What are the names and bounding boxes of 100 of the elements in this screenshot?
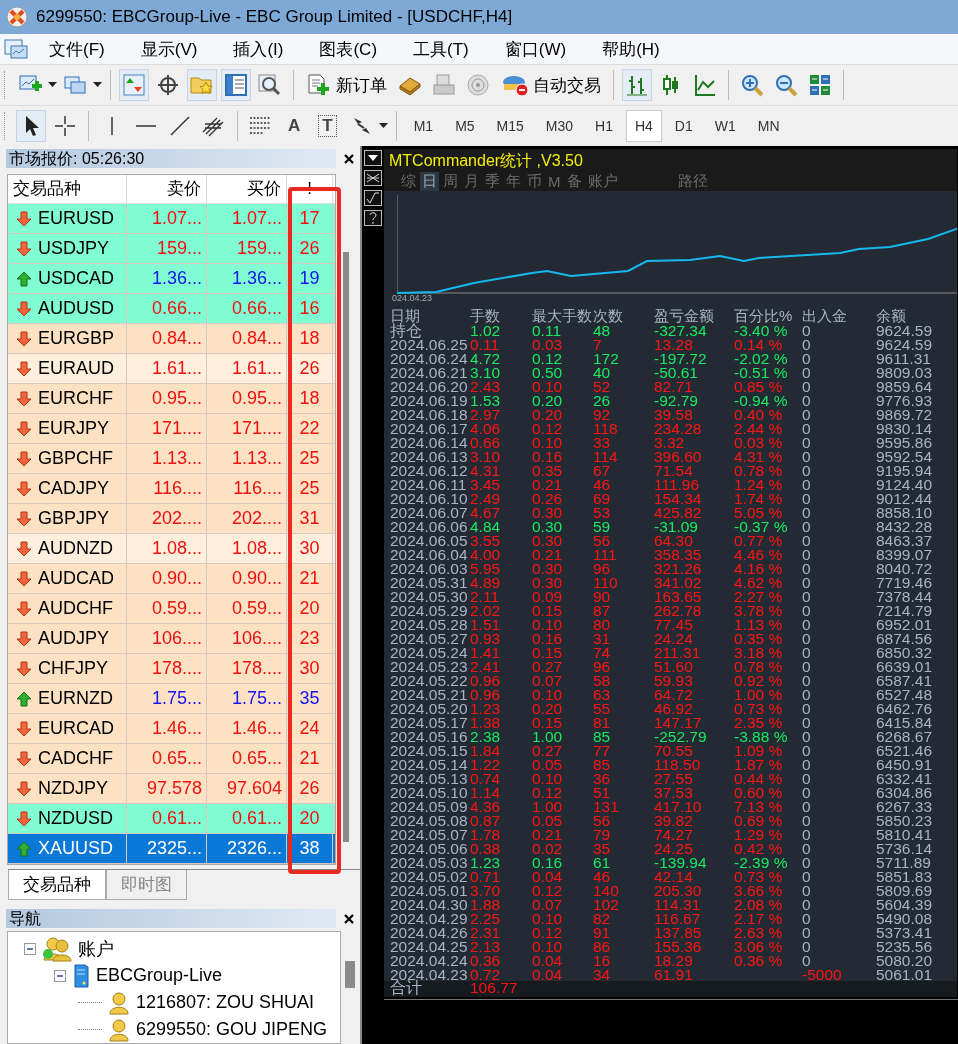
- quote-row[interactable]: NZDUSD 0.61... 0.61... 20: [8, 804, 335, 834]
- quote-row[interactable]: USDCAD 1.36... 1.36... 19: [8, 264, 335, 294]
- chart-window-icon[interactable]: [4, 38, 28, 60]
- table-cell-text: 0.87: [470, 814, 502, 828]
- table-cell-text: 1.09 %: [734, 744, 784, 758]
- ask-cell: 0.66...: [207, 294, 287, 323]
- table-cell-text: 0.78 %: [734, 660, 784, 674]
- table-cell-text: 0.05: [532, 758, 564, 772]
- timeframe-button[interactable]: H4: [625, 110, 662, 142]
- table-cell-text: 358.35: [654, 548, 703, 562]
- menu-item[interactable]: 插入(I): [212, 37, 299, 61]
- square-root-icon[interactable]: [364, 190, 382, 206]
- table-cell-text: 33: [593, 436, 612, 450]
- quote-row[interactable]: XAUUSD 2325... 2326... 38: [8, 834, 335, 864]
- timeframe-button[interactable]: H1: [586, 110, 622, 142]
- menu-item[interactable]: 文件(F): [28, 37, 120, 61]
- table-cell-text: 48: [593, 324, 611, 338]
- table-cell-text: 2024.06.03: [390, 562, 469, 576]
- quote-row[interactable]: EURUSD 1.07... 1.07... 17: [8, 204, 335, 234]
- collapse-toggle-icon[interactable]: [54, 969, 66, 982]
- autotrading-button[interactable]: 自动交易: [497, 69, 605, 101]
- table-cell-text: 0: [802, 940, 812, 954]
- dropdown-icon[interactable]: [364, 150, 382, 166]
- panel-list-icon[interactable]: [221, 69, 251, 101]
- quote-row[interactable]: EURGBP 0.84... 0.84... 18: [8, 324, 335, 354]
- table-cell-text: 6527.48: [876, 688, 934, 702]
- label-tool[interactable]: T: [318, 115, 337, 137]
- text-tool[interactable]: A: [280, 114, 309, 138]
- table-cell-text: 0.30: [532, 576, 564, 590]
- bid-cell: 1.13...: [127, 444, 207, 473]
- quote-row[interactable]: AUDCAD 0.90... 0.90... 21: [8, 564, 335, 594]
- table-cell-text: 0: [802, 352, 812, 366]
- quote-row[interactable]: GBPJPY 202.... 202.... 31: [8, 504, 335, 534]
- symbol-cell-text: AUDUSD: [38, 297, 114, 320]
- close-icon[interactable]: [344, 913, 354, 924]
- timeframe-button[interactable]: W1: [705, 110, 745, 142]
- ask-cell: 159...: [207, 234, 287, 263]
- table-cell-text: 0.21: [532, 478, 564, 492]
- table-cell-text: 3.10: [470, 366, 502, 380]
- table-cell-text: 85: [593, 758, 612, 772]
- quote-row[interactable]: AUDUSD 0.66... 0.66... 16: [8, 294, 335, 324]
- menu-item[interactable]: 窗口(W): [483, 37, 582, 61]
- quote-row[interactable]: CADJPY 116.... 116.... 25: [8, 474, 335, 504]
- menu-item[interactable]: 图表(C): [298, 37, 393, 61]
- quote-row[interactable]: EURCHF 0.95... 0.95... 18: [8, 384, 335, 414]
- table-cell-text: 2024.06.24: [390, 352, 469, 366]
- table-cell-text: 6304.86: [876, 786, 934, 800]
- new-order-button[interactable]: 新订单: [302, 69, 391, 101]
- table-cell-text: 0.35: [532, 464, 564, 478]
- table-cell-text: 0: [802, 492, 812, 506]
- bar-chart-icon[interactable]: [622, 69, 652, 101]
- column-header[interactable]: 卖价: [127, 175, 207, 203]
- column-header: 百分比%: [734, 309, 794, 324]
- tree-item[interactable]: EBCGroup-Live: [96, 965, 223, 986]
- table-cell-text: -327.34: [654, 324, 707, 338]
- stats-tab[interactable]: 日: [420, 172, 439, 191]
- quote-row[interactable]: EURAUD 1.61... 1.61... 26: [8, 354, 335, 384]
- table-cell-text: 6587.41: [876, 674, 934, 688]
- collapse-toggle-icon[interactable]: [24, 942, 36, 955]
- cursor-icon[interactable]: [16, 110, 46, 142]
- tree-item[interactable]: 账户: [78, 936, 114, 961]
- table-cell-text: 114: [593, 450, 619, 464]
- quote-row[interactable]: EURCAD 1.46... 1.46... 24: [8, 714, 335, 744]
- timeframe-button[interactable]: M1: [404, 110, 443, 142]
- menu-item[interactable]: 帮助(H): [581, 37, 675, 61]
- table-cell-text: 92: [593, 408, 612, 422]
- timeframe-button[interactable]: M30: [536, 110, 583, 142]
- timeframe-button[interactable]: MN: [748, 110, 789, 142]
- column-header[interactable]: 交易品种: [8, 175, 127, 203]
- quote-row[interactable]: GBPCHF 1.13... 1.13... 25: [8, 444, 335, 474]
- timeframe-button[interactable]: D1: [665, 110, 702, 142]
- quote-row[interactable]: CHFJPY 178.... 178.... 30: [8, 654, 335, 684]
- panel-tab[interactable]: 交易品种: [8, 870, 106, 900]
- tree-item[interactable]: 6299550: GOU JIPENG: [136, 1019, 328, 1040]
- quote-row[interactable]: CADCHF 0.65... 0.65... 21: [8, 744, 335, 774]
- help-icon[interactable]: [364, 210, 382, 226]
- timeframe-button[interactable]: M5: [446, 110, 484, 142]
- tree-item[interactable]: 1216807: ZOU SHUAI: [136, 992, 315, 1013]
- menu-item[interactable]: 工具(T): [392, 37, 484, 61]
- quote-row[interactable]: AUDNZD 1.08... 1.08... 30: [8, 534, 335, 564]
- quote-row[interactable]: USDJPY 159... 159... 26: [8, 234, 335, 264]
- table-cell-text: 5373.41: [876, 926, 934, 940]
- caret-icon[interactable]: [93, 82, 102, 88]
- grid-icon[interactable]: [364, 170, 382, 186]
- table-cell-text: 9869.72: [876, 408, 934, 422]
- quote-row[interactable]: EURNZD 1.75... 1.75... 35: [8, 684, 335, 714]
- table-cell-text: 0.07: [532, 898, 564, 912]
- column-header[interactable]: 买价: [207, 175, 287, 203]
- spread-cell: 26: [287, 774, 333, 803]
- caret-icon[interactable]: [378, 123, 388, 129]
- table-cell-text: 64.72: [654, 688, 694, 702]
- quote-row[interactable]: AUDJPY 106.... 106.... 23: [8, 624, 335, 654]
- close-icon[interactable]: [344, 153, 354, 164]
- quote-row[interactable]: AUDCHF 0.59... 0.59... 20: [8, 594, 335, 624]
- table-cell-text: 5.05 %: [734, 506, 784, 520]
- quote-row[interactable]: NZDJPY 97.578 97.604 26: [8, 774, 335, 804]
- caret-icon[interactable]: [48, 82, 57, 88]
- menu-item[interactable]: 显示(V): [119, 37, 213, 61]
- timeframe-button[interactable]: M15: [487, 110, 533, 142]
- quote-row[interactable]: EURJPY 171.... 171.... 22: [8, 414, 335, 444]
